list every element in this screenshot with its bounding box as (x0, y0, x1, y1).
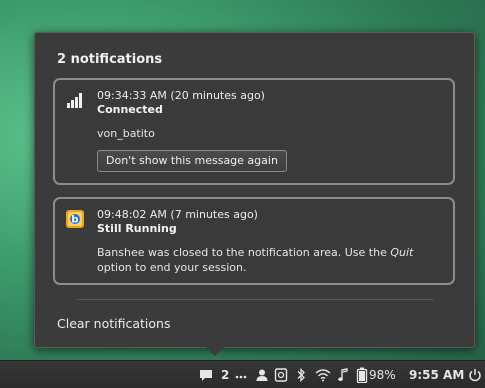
wifi-icon[interactable] (315, 361, 331, 388)
notification-indicator[interactable]: 2 (199, 361, 229, 388)
svg-text:b: b (71, 215, 78, 226)
popup-title: 2 notifications (57, 52, 163, 67)
clear-notifications-button[interactable]: Clear notifications (57, 316, 170, 331)
music-note-icon[interactable] (337, 361, 349, 388)
notification-title: Still Running (97, 222, 177, 235)
banshee-icon: b (65, 209, 85, 229)
popup-pointer (206, 347, 224, 356)
bluetooth-icon[interactable] (295, 361, 307, 388)
battery-indicator[interactable]: 98% (356, 361, 396, 388)
dont-show-again-button[interactable]: Don't show this message again (97, 150, 287, 172)
notification-body: Banshee was closed to the notification a… (97, 245, 442, 275)
battery-percent: 98% (369, 367, 396, 382)
bottom-panel: 2 98% 9:55 AM (0, 360, 485, 388)
body-text-post: option to end your session. (97, 261, 247, 274)
device-icon[interactable] (274, 361, 288, 388)
notification-popup: 2 notifications 09:34:33 AM (20 minutes … (34, 32, 475, 348)
notification-timestamp: 09:34:33 AM (20 minutes ago) (97, 89, 265, 102)
body-text-pre: Banshee was closed to the notification a… (97, 246, 391, 259)
notification-count: 2 (221, 367, 230, 382)
divider (77, 299, 434, 300)
signal-bars-icon (65, 90, 85, 110)
notification-title: Connected (97, 103, 163, 116)
overflow-icon[interactable] (235, 361, 247, 388)
power-icon[interactable] (468, 361, 482, 388)
user-icon[interactable] (255, 361, 269, 388)
speech-bubble-icon (200, 369, 212, 381)
notification-card-still-running[interactable]: b 09:48:02 AM (7 minutes ago) Still Runn… (53, 197, 455, 285)
notification-body: von_batito (97, 127, 155, 140)
battery-icon (356, 367, 368, 383)
notification-timestamp: 09:48:02 AM (7 minutes ago) (97, 208, 258, 221)
clock[interactable]: 9:55 AM (409, 361, 464, 388)
quit-emphasis: Quit (390, 246, 414, 259)
notification-card-connected[interactable]: 09:34:33 AM (20 minutes ago) Connected v… (53, 78, 455, 185)
